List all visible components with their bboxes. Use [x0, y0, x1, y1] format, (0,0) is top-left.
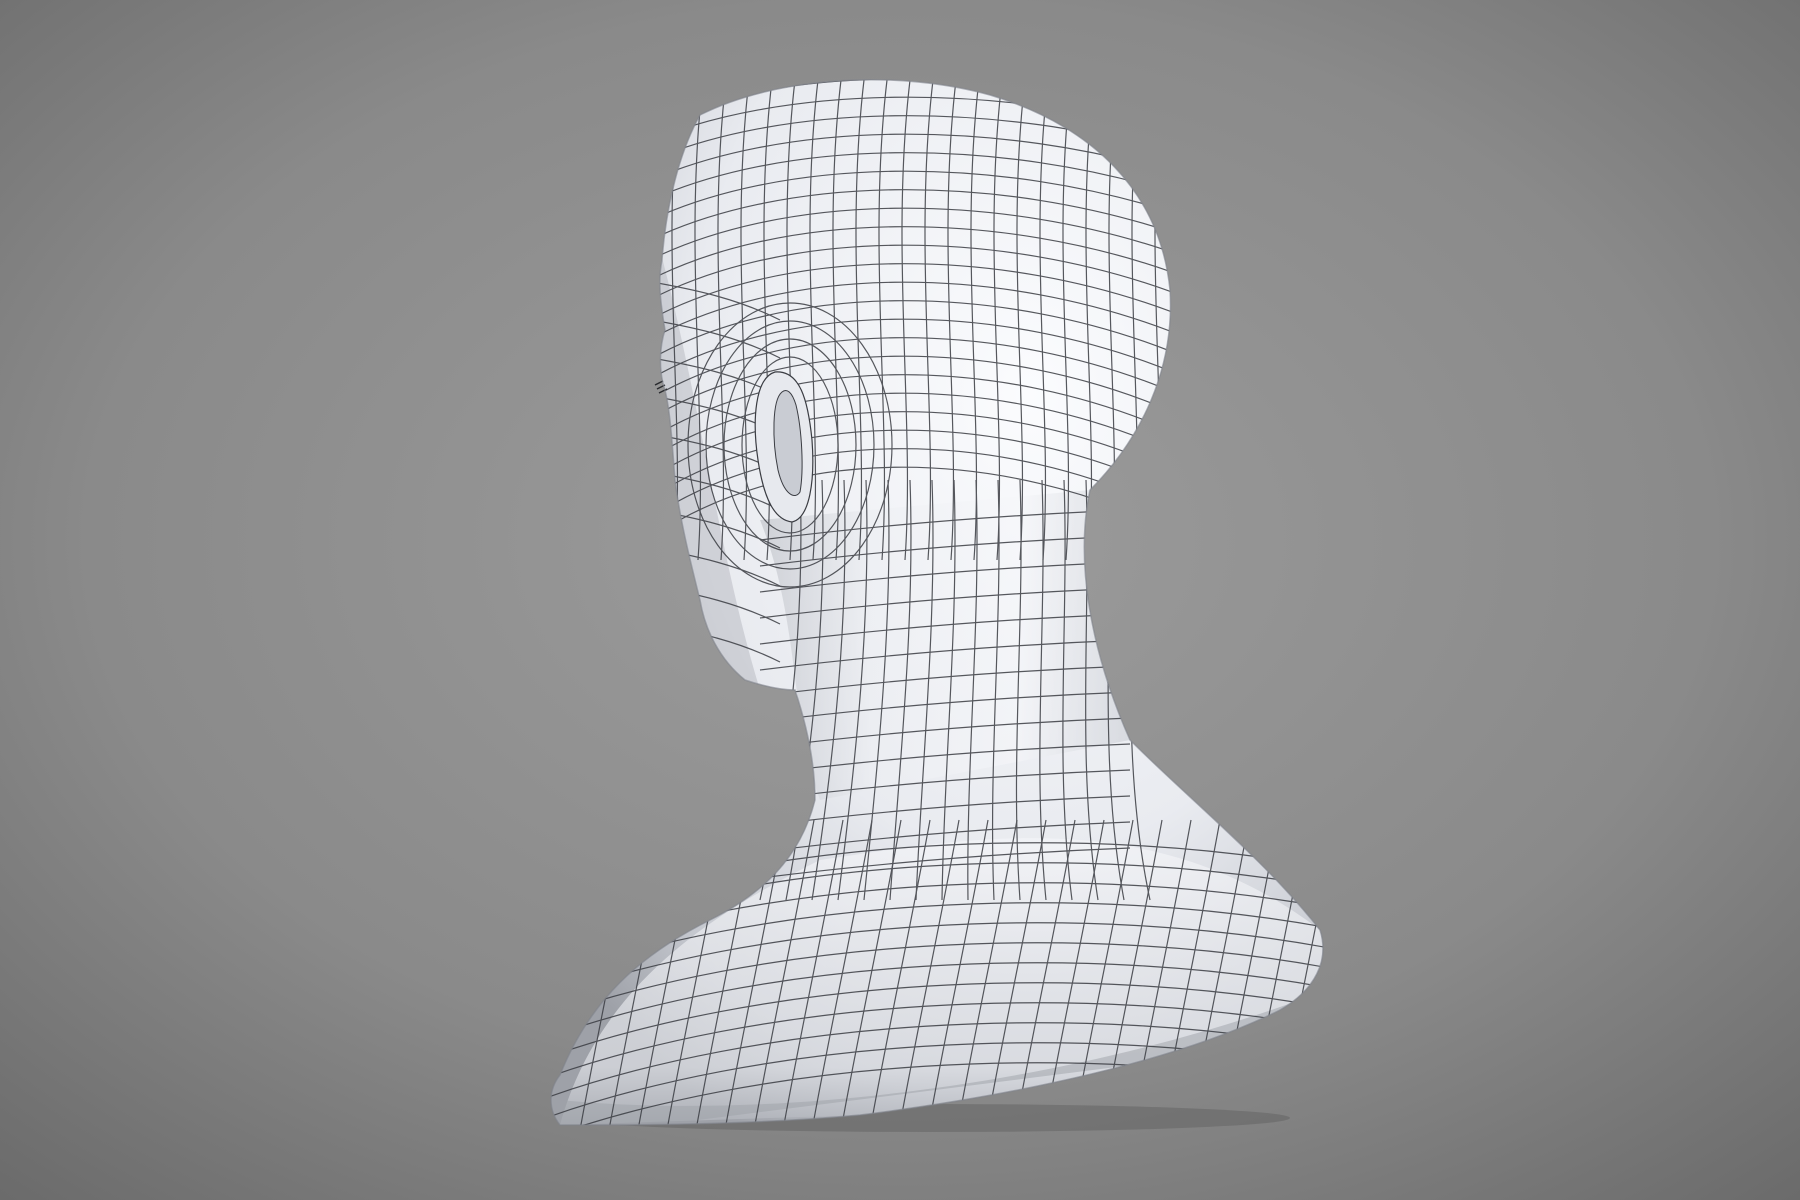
render-viewport: [0, 0, 1800, 1200]
render-canvas: [0, 0, 1800, 1200]
